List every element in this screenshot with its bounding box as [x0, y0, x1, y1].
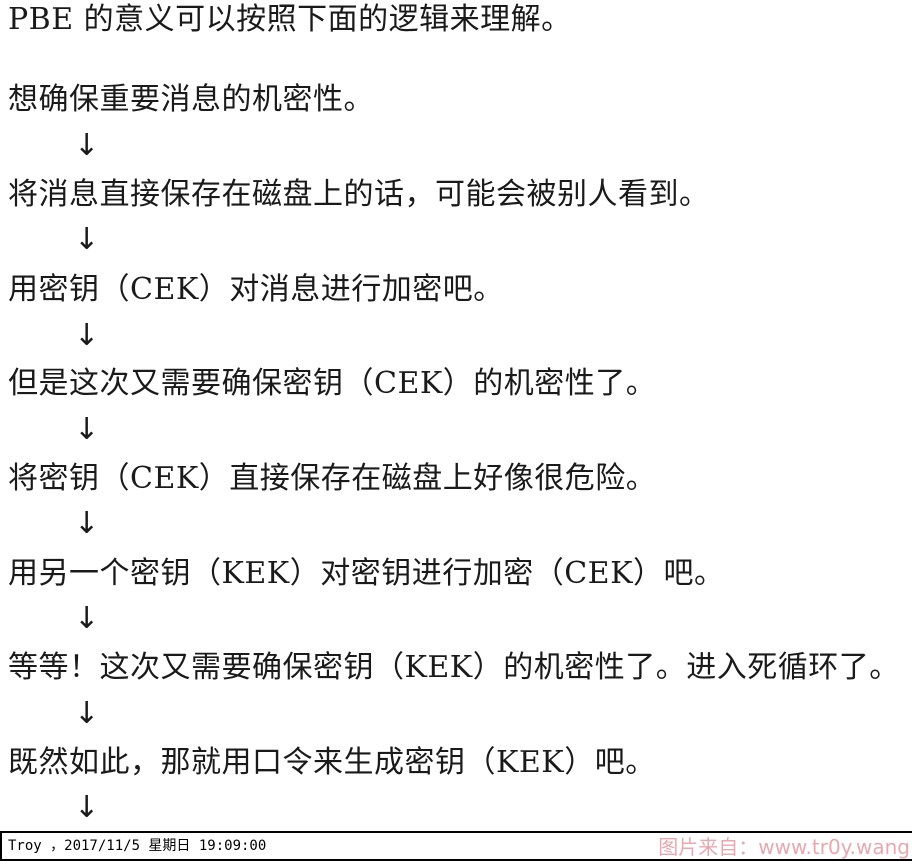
down-arrow-icon: ↓ — [74, 601, 100, 636]
step-4-text: 但是这次又需要确保密钥（CEK）的机密性了。 — [8, 366, 657, 401]
step-7-text: 等等！这次又需要确保密钥（KEK）的机密性了。进入死循环了。 — [8, 650, 900, 685]
caption-text: Troy ，2017/11/5 星期日 19:09:00 — [8, 838, 267, 854]
watermark-text: 图片来自：www.tr0y.wang — [658, 835, 910, 859]
step-3-text: 用密钥（CEK）对消息进行加密吧。 — [8, 272, 504, 307]
step-1-text: 想确保重要消息的机密性。 — [8, 82, 374, 117]
down-arrow-icon: ↓ — [74, 318, 100, 353]
step-8-text: 既然如此，那就用口令来生成密钥（KEK）吧。 — [8, 745, 656, 780]
step-6-text: 用另一个密钥（KEK）对密钥进行加密（CEK）吧。 — [8, 556, 725, 591]
down-arrow-icon: ↓ — [74, 506, 100, 541]
down-arrow-icon: ↓ — [74, 412, 100, 447]
step-2-text: 将消息直接保存在磁盘上的话，可能会被别人看到。 — [8, 177, 710, 212]
step-5-text: 将密钥（CEK）直接保存在磁盘上好像很危险。 — [8, 461, 657, 496]
down-arrow-icon: ↓ — [74, 696, 100, 731]
down-arrow-icon: ↓ — [74, 790, 100, 825]
intro-text: PBE 的意义可以按照下面的逻辑来理解。 — [8, 2, 572, 37]
down-arrow-icon: ↓ — [74, 222, 100, 257]
down-arrow-icon: ↓ — [74, 128, 100, 163]
caption-bar: Troy ，2017/11/5 星期日 19:09:00 图片来自：www.tr… — [0, 831, 912, 861]
